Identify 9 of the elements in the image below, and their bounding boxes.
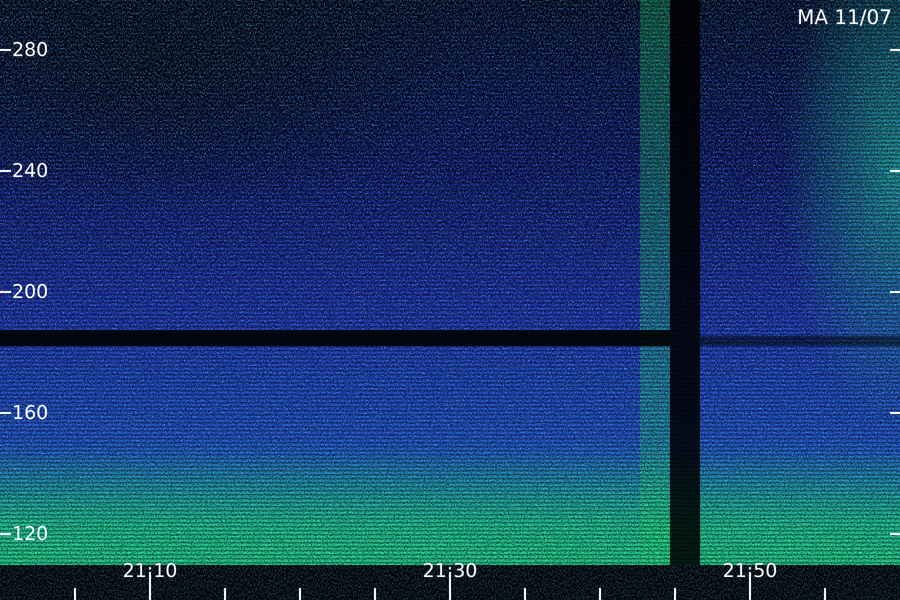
y-axis-label: 280 bbox=[12, 40, 48, 60]
y-axis-label: 160 bbox=[12, 403, 48, 423]
x-axis-label: 21:50 bbox=[722, 561, 778, 581]
x-axis-label: 21:30 bbox=[422, 561, 478, 581]
x-axis-label: 21:10 bbox=[122, 561, 178, 581]
y-axis-label: 240 bbox=[12, 161, 48, 181]
chart-title: MA 11/07 bbox=[797, 6, 892, 28]
y-axis-label: 200 bbox=[12, 282, 48, 302]
y-axis-label: 120 bbox=[12, 524, 48, 544]
